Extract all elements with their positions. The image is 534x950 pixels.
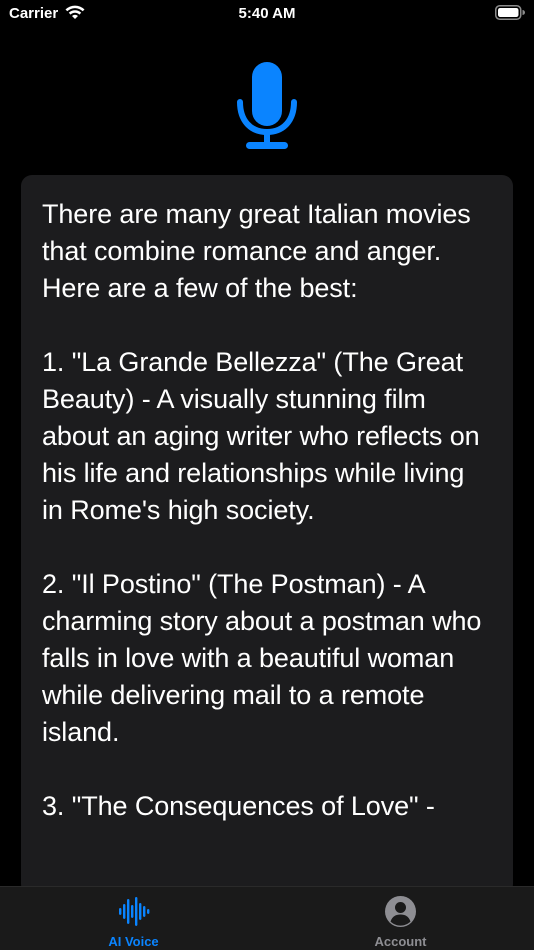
response-text: There are many great Italian movies that…	[42, 199, 482, 821]
microphone-icon[interactable]	[236, 62, 298, 150]
status-bar: Carrier 5:40 AM	[0, 0, 534, 30]
tab-account-label: Account	[374, 934, 427, 949]
clock-time: 5:40 AM	[238, 5, 296, 22]
screen: Carrier 5:40 AM There are many great Ita…	[0, 0, 534, 950]
tab-ai-voice[interactable]: AI Voice	[0, 887, 267, 950]
tab-account[interactable]: Account	[267, 887, 534, 950]
battery-icon	[495, 5, 525, 20]
tab-bar: AI Voice Account	[0, 886, 534, 950]
waveform-icon	[119, 897, 150, 926]
account-circle-icon	[385, 896, 416, 927]
tab-ai-voice-label: AI Voice	[108, 934, 159, 949]
response-card[interactable]: There are many great Italian movies that…	[21, 175, 513, 895]
